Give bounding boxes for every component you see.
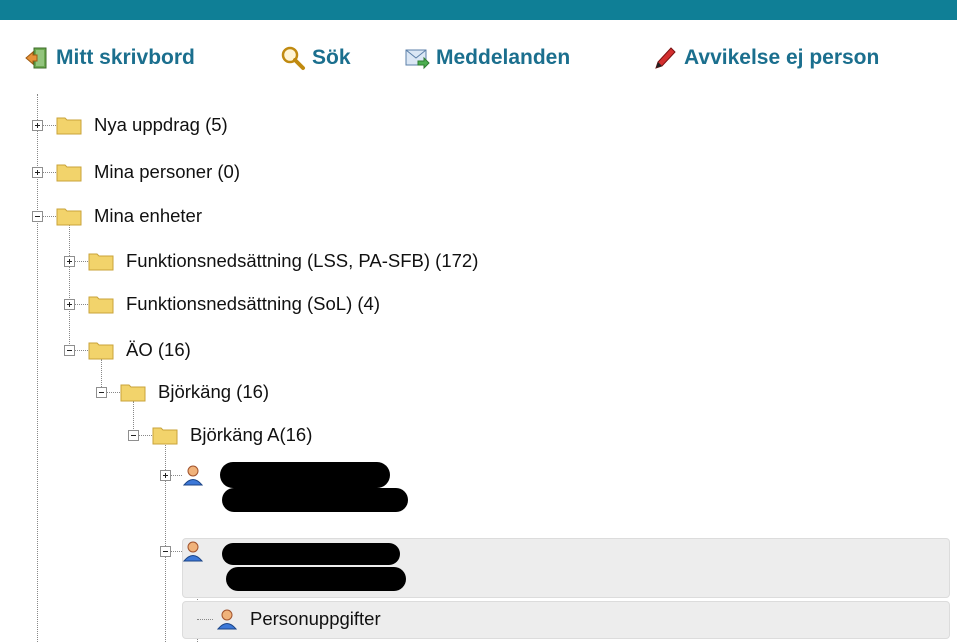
mitt-skrivbord-label: Mitt skrivbord: [56, 46, 195, 69]
sok-label: Sök: [312, 46, 351, 69]
tree-node-label: ÄO (16): [126, 339, 191, 360]
folder-icon: [88, 296, 114, 314]
redaction-mark: [222, 543, 400, 565]
tree-node-funktionsnedsattning-lss[interactable]: Funktionsnedsättning (LSS, PA-SFB) (172): [64, 246, 664, 276]
tree-node-label: Personuppgifter: [250, 608, 381, 629]
redaction-mark: [226, 567, 406, 591]
mitt-skrivbord-button[interactable]: Mitt skrivbord: [24, 44, 195, 72]
tree-node-label: Björkäng (16): [158, 381, 270, 402]
folder-icon: [88, 253, 114, 271]
tree-node-label: Mina enheter: [94, 205, 202, 226]
meddelanden-label: Meddelanden: [436, 46, 571, 69]
tree-node-label: Björkäng A(16): [190, 424, 313, 445]
red-pen-icon: [655, 47, 676, 69]
tree-node-bjorkang-a[interactable]: Björkäng A(16): [128, 420, 428, 450]
tree-node-nya-uppdrag[interactable]: Nya uppdrag (5): [32, 110, 332, 140]
collapse-icon[interactable]: [64, 345, 75, 356]
desk-exit-icon: [25, 47, 47, 69]
folder-open-icon: [152, 427, 178, 445]
tree-node-label: Nya uppdrag (5): [94, 114, 228, 135]
folder-open-icon: [120, 384, 146, 402]
avvikelse-button[interactable]: Avvikelse ej person: [652, 44, 879, 72]
mail-icon: [405, 49, 430, 70]
tree-node-person-1[interactable]: [160, 460, 560, 514]
tree-node-ao[interactable]: ÄO (16): [64, 335, 364, 365]
tree-node-bjorkang[interactable]: Björkäng (16): [96, 377, 396, 407]
tree-guide-line: [69, 220, 70, 354]
tree-node-label: Funktionsnedsättning (SoL) (4): [126, 293, 380, 314]
sok-button[interactable]: Sök: [280, 44, 351, 72]
redaction-mark: [222, 488, 408, 512]
meddelanden-button[interactable]: Meddelanden: [404, 44, 570, 72]
avvikelse-label: Avvikelse ej person: [684, 46, 880, 69]
main-toolbar: Mitt skrivbord Sök Meddelanden Avvikelse…: [0, 22, 957, 94]
tree-node-label: Funktionsnedsättning (LSS, PA-SFB) (172): [126, 250, 479, 271]
collapse-icon[interactable]: [128, 430, 139, 441]
expand-icon[interactable]: [64, 299, 75, 310]
tree-node-label: Mina personer (0): [94, 161, 241, 182]
tree-node-funktionsnedsattning-sol[interactable]: Funktionsnedsättning (SoL) (4): [64, 289, 564, 319]
folder-icon: [56, 117, 82, 135]
redaction-mark: [220, 462, 390, 488]
collapse-icon[interactable]: [96, 387, 107, 398]
person-icon: [182, 465, 204, 486]
search-icon: [281, 46, 305, 70]
top-banner: [0, 0, 957, 20]
person-icon: [182, 541, 204, 562]
person-icon: [216, 609, 238, 630]
navigation-tree: Nya uppdrag (5) Mina personer (0) Mina e…: [0, 94, 957, 642]
expand-icon[interactable]: [160, 470, 171, 481]
folder-open-icon: [56, 208, 82, 226]
tree-node-mina-enheter[interactable]: Mina enheter: [32, 201, 332, 231]
tree-node-mina-personer[interactable]: Mina personer (0): [32, 157, 332, 187]
tree-node-personuppgifter[interactable]: Personuppgifter: [192, 604, 592, 634]
folder-open-icon: [88, 342, 114, 360]
collapse-icon[interactable]: [160, 546, 171, 557]
collapse-icon[interactable]: [32, 211, 43, 222]
expand-icon[interactable]: [64, 256, 75, 267]
folder-icon: [56, 164, 82, 182]
expand-icon[interactable]: [32, 120, 43, 131]
expand-icon[interactable]: [32, 167, 43, 178]
tree-node-person-2[interactable]: [160, 537, 950, 595]
